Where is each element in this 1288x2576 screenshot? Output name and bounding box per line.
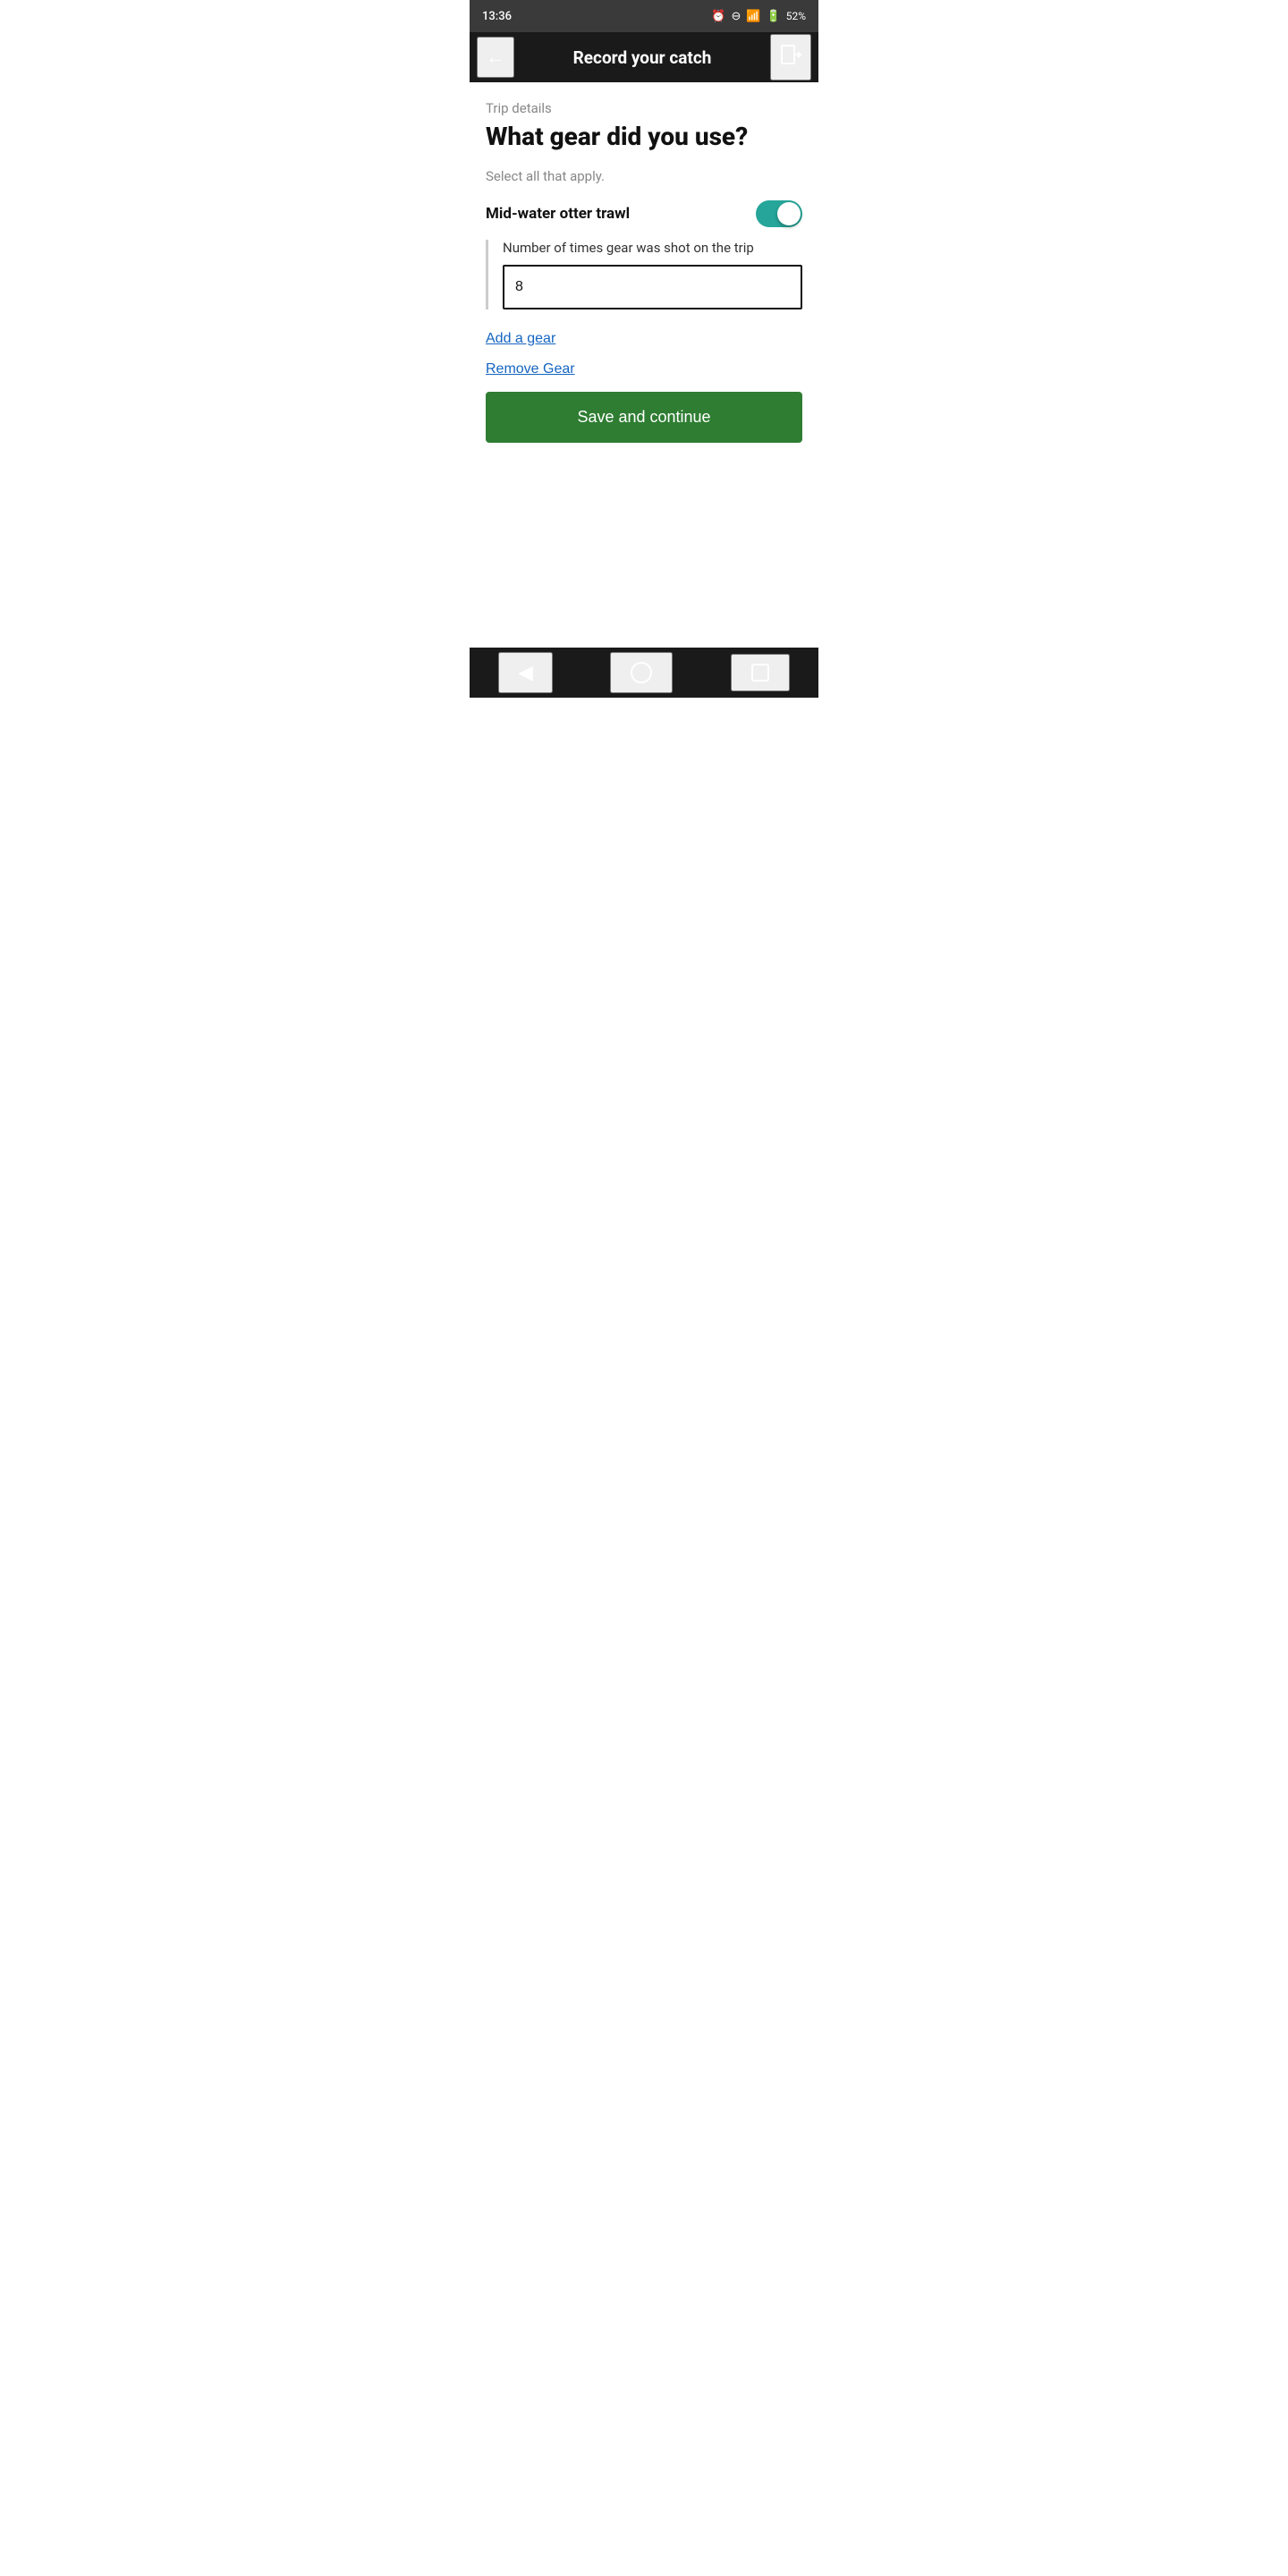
add-gear-link[interactable]: Add a gear	[486, 331, 555, 347]
battery-percent: 52%	[786, 10, 806, 22]
block-icon: ⊖	[731, 10, 741, 23]
battery-icon: 🔋	[767, 10, 781, 23]
gear-toggle[interactable]	[756, 200, 802, 227]
main-content: Trip details What gear did you use? Sele…	[470, 82, 818, 648]
nav-home-button[interactable]	[610, 652, 673, 693]
exit-button[interactable]	[770, 34, 811, 80]
status-icons: ⏰ ⊖ 📶 🔋 52%	[711, 10, 806, 23]
status-time: 13:36	[482, 10, 512, 23]
gear-name-label: Mid-water otter trawl	[486, 205, 630, 223]
gear-shots-input[interactable]	[503, 265, 802, 309]
back-button[interactable]: ←	[477, 37, 514, 78]
bottom-nav-bar: ◀	[470, 648, 818, 698]
nav-back-button[interactable]: ◀	[498, 652, 553, 693]
page-heading: What gear did you use?	[486, 122, 802, 152]
status-bar: 13:36 ⏰ ⊖ 📶 🔋 52%	[470, 0, 818, 32]
alarm-icon: ⏰	[711, 10, 725, 23]
nav-recent-button[interactable]	[731, 654, 790, 691]
home-circle-icon	[630, 661, 653, 684]
gear-toggle-row: Mid-water otter trawl	[486, 200, 802, 227]
toggle-thumb	[777, 202, 801, 225]
signal-icon: 📶	[746, 10, 760, 23]
nav-title: Record your catch	[514, 47, 770, 68]
gear-detail-label: Number of times gear was shot on the tri…	[503, 240, 802, 256]
recent-square-icon	[750, 663, 770, 682]
select-instruction: Select all that apply.	[486, 168, 802, 184]
trip-details-label: Trip details	[486, 100, 802, 116]
gear-detail-section: Number of times gear was shot on the tri…	[486, 240, 802, 309]
exit-icon	[779, 43, 802, 66]
save-continue-button[interactable]: Save and continue	[486, 392, 802, 443]
top-nav-bar: ← Record your catch	[470, 32, 818, 82]
remove-gear-link[interactable]: Remove Gear	[486, 361, 575, 377]
